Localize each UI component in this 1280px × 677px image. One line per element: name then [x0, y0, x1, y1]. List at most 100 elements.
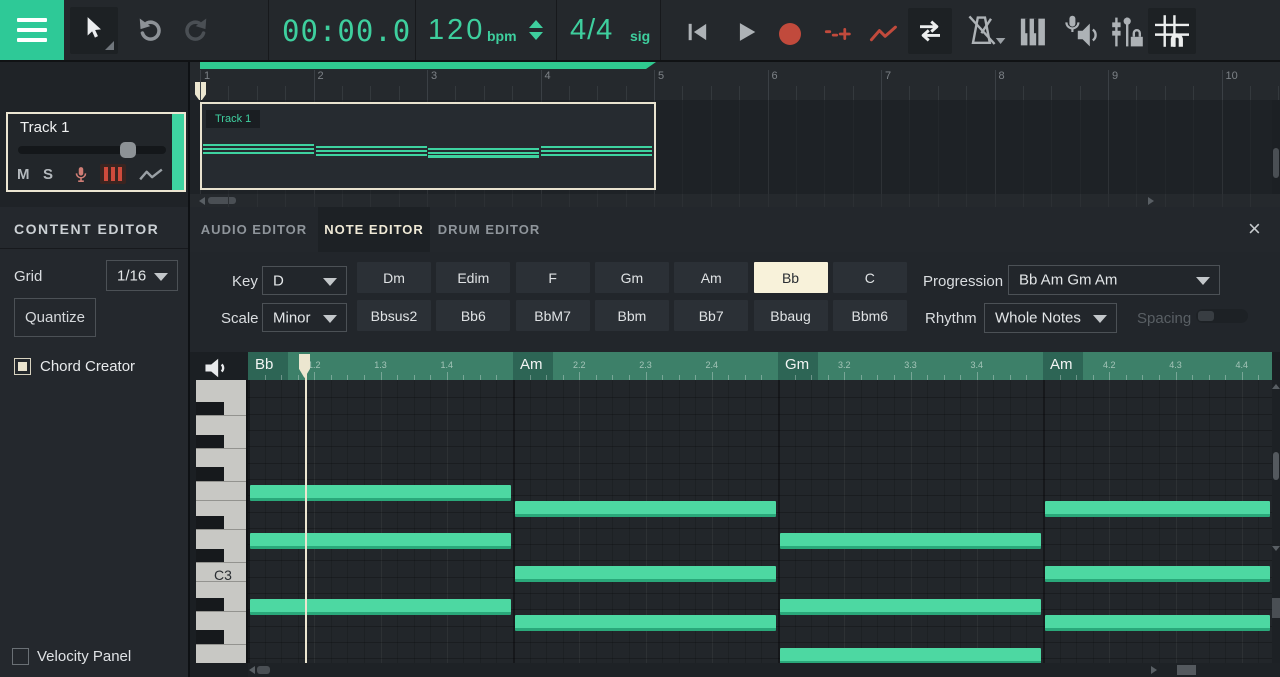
chord-button-Dm[interactable]: Dm [357, 262, 431, 293]
vscroll-thumb[interactable] [1273, 452, 1279, 480]
hscroll-left-arrow-icon[interactable] [199, 197, 205, 205]
chord-button-Bb7[interactable]: Bb7 [674, 300, 748, 331]
piano-black-key[interactable] [196, 516, 224, 530]
piano-icon[interactable] [1016, 16, 1050, 48]
midi-note-F3-bar1[interactable] [250, 485, 511, 501]
midi-note-G2-bar3[interactable] [780, 648, 1041, 664]
metronome-icon[interactable] [964, 14, 1006, 50]
midi-note-D3-bar3[interactable] [780, 533, 1041, 549]
chord-button-Am[interactable]: Am [674, 262, 748, 293]
chord-button-Bbsus2[interactable]: Bbsus2 [357, 300, 431, 331]
hscroll-thumb[interactable] [208, 197, 236, 204]
midi-note-D3-bar1[interactable] [250, 533, 511, 549]
track-header[interactable]: Track 1 M S [6, 112, 186, 192]
solo-button[interactable]: S [43, 166, 53, 183]
piano-black-key[interactable] [196, 467, 224, 481]
chord-button-Bb6[interactable]: Bb6 [436, 300, 510, 331]
midi-note-Bb2-bar1[interactable] [250, 599, 511, 615]
bpm-increase-icon[interactable] [529, 20, 543, 28]
spacing-toggle-knob[interactable] [1198, 311, 1214, 321]
time-signature-value[interactable]: 4/4 [570, 14, 613, 47]
scale-select[interactable]: Minor [262, 303, 347, 332]
play-button[interactable] [734, 20, 760, 44]
snap-grid-button[interactable] [1148, 8, 1196, 54]
cursor-tool-button[interactable] [70, 7, 118, 54]
hzoom-thumb[interactable] [1177, 665, 1196, 675]
note-grid[interactable]: Bb1.21.31.4Am2.22.32.4Gm3.23.33.4Am4.24.… [248, 352, 1272, 663]
chord-creator-checkbox[interactable] [14, 358, 31, 375]
chord-button-Bbaug[interactable]: Bbaug [754, 300, 828, 331]
volume-slider-thumb[interactable] [120, 142, 136, 158]
loop-region-bar[interactable] [200, 62, 656, 69]
piano-keyboard[interactable]: C3 [196, 380, 246, 663]
tab-audio-editor[interactable]: AUDIO EDITOR [190, 207, 318, 252]
midi-note-E3-bar4[interactable] [1045, 501, 1270, 517]
monitor-mic-speaker-icon[interactable] [1058, 14, 1100, 50]
piano-roll-vscrollbar[interactable] [1272, 380, 1280, 663]
track-mic-icon[interactable] [72, 166, 90, 184]
spacing-toggle[interactable] [1196, 309, 1248, 323]
midi-note-Bb2-bar3[interactable] [780, 599, 1041, 615]
hamburger-menu-button[interactable] [0, 0, 64, 60]
track-lane[interactable]: Track 1 [190, 100, 1272, 194]
piano-black-key[interactable] [196, 435, 224, 449]
automation-record-icon[interactable] [868, 22, 900, 46]
track-name[interactable]: Track 1 [20, 119, 69, 136]
timeline-ruler[interactable]: 12345678910 [190, 62, 1280, 100]
bpm-decrease-icon[interactable] [529, 32, 543, 40]
chord-button-Gm[interactable]: Gm [595, 262, 669, 293]
time-display[interactable]: 00:00.0 [282, 14, 411, 48]
step-record-icon[interactable] [824, 22, 854, 46]
piano-roll-hscrollbar[interactable] [248, 663, 1280, 677]
chord-button-Bbm[interactable]: Bbm [595, 300, 669, 331]
quantize-button[interactable]: Quantize [14, 298, 96, 337]
hscroll-right-arrow-icon[interactable] [1148, 197, 1154, 205]
chord-button-F[interactable]: F [516, 262, 590, 293]
chord-button-Bbm6[interactable]: Bbm6 [833, 300, 907, 331]
mute-button[interactable]: M [17, 166, 30, 183]
mixer-lock-icon[interactable] [1106, 14, 1146, 50]
midi-note-A2-bar2[interactable] [515, 615, 776, 631]
midi-note-E3-bar2[interactable] [515, 501, 776, 517]
arrangement-vscrollbar[interactable] [1272, 100, 1280, 194]
vzoom-thumb[interactable] [1272, 598, 1280, 618]
midi-note-A2-bar4[interactable] [1045, 615, 1270, 631]
chord-strip[interactable]: Bb1.21.31.4Am2.22.32.4Gm3.23.33.4Am4.24.… [248, 352, 1272, 380]
velocity-panel-checkbox[interactable] [12, 648, 29, 665]
bpm-stepper[interactable] [529, 20, 543, 40]
midi-clip[interactable]: Track 1 [200, 102, 656, 190]
redo-icon[interactable] [180, 16, 214, 46]
chord-button-Bb[interactable]: Bb [754, 262, 828, 293]
audition-speaker-icon[interactable] [202, 356, 232, 380]
close-editor-button[interactable]: × [1248, 216, 1261, 242]
midi-note-C3-bar2[interactable] [515, 566, 776, 582]
chord-button-C[interactable]: C [833, 262, 907, 293]
arrangement-hscrollbar[interactable] [190, 194, 1280, 207]
track-instrument-button[interactable] [100, 164, 126, 184]
piano-black-key[interactable] [196, 630, 224, 644]
key-select[interactable]: D [262, 266, 347, 295]
rhythm-select[interactable]: Whole Notes [984, 303, 1117, 333]
loop-button[interactable] [908, 8, 952, 54]
grid-select[interactable]: 1/16 [106, 260, 178, 291]
vscroll-up-arrow-icon[interactable] [1272, 384, 1280, 389]
hscroll-right-arrow-icon[interactable] [1151, 666, 1157, 674]
track-volume-slider[interactable] [18, 146, 166, 154]
tab-drum-editor[interactable]: DRUM EDITOR [430, 207, 548, 252]
undo-icon[interactable] [132, 16, 166, 46]
piano-black-key[interactable] [196, 402, 224, 416]
piano-black-key[interactable] [196, 549, 224, 563]
hscroll-thumb[interactable] [257, 666, 270, 674]
chord-button-BbM7[interactable]: BbM7 [516, 300, 590, 331]
bpm-value[interactable]: 120 [428, 14, 485, 47]
midi-note-C3-bar4[interactable] [1045, 566, 1270, 582]
vscroll-thumb[interactable] [1273, 148, 1279, 178]
vscroll-down-arrow-icon[interactable] [1272, 546, 1280, 551]
tab-note-editor[interactable]: NOTE EDITOR [318, 207, 430, 252]
hscroll-left-arrow-icon[interactable] [249, 666, 255, 674]
piano-black-key[interactable] [196, 598, 224, 612]
chord-button-Edim[interactable]: Edim [436, 262, 510, 293]
skip-to-start-button[interactable] [684, 20, 712, 44]
progression-select[interactable]: Bb Am Gm Am [1008, 265, 1220, 295]
track-automation-icon[interactable] [138, 167, 164, 183]
